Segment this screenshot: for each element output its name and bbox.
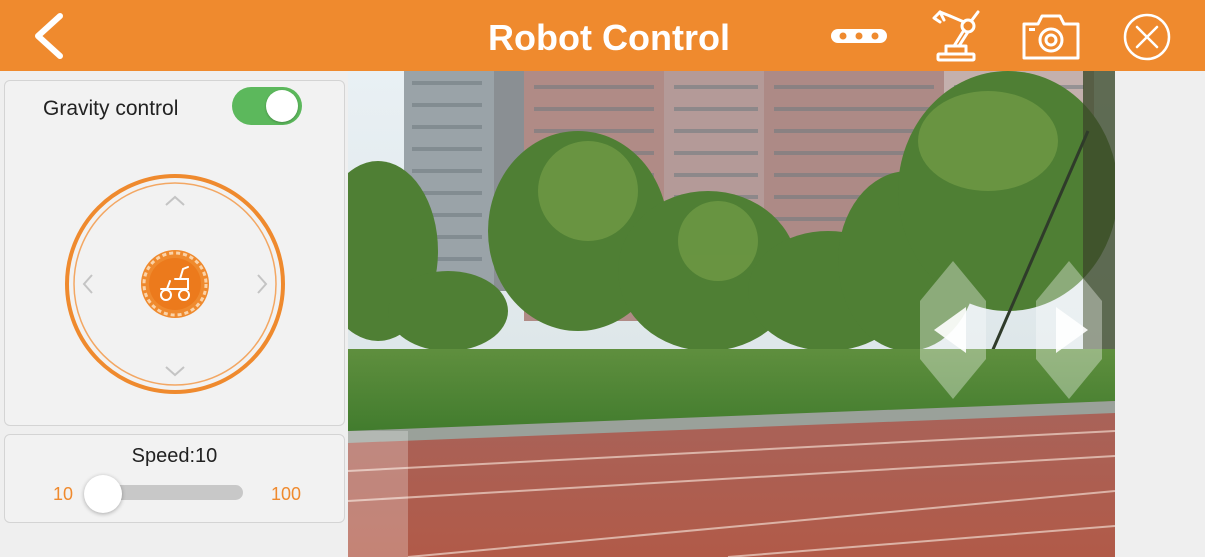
joystick-down-icon[interactable] bbox=[165, 366, 185, 377]
robot-arm-icon[interactable] bbox=[928, 8, 984, 64]
camera-feed-image bbox=[348, 71, 1115, 557]
speed-slider-track[interactable] bbox=[105, 485, 243, 500]
speed-slider-thumb[interactable] bbox=[84, 475, 122, 513]
direction-joystick[interactable] bbox=[62, 171, 288, 397]
gravity-control-panel: Gravity control bbox=[4, 80, 345, 426]
gravity-control-label: Gravity control bbox=[43, 97, 179, 120]
joystick-right-icon[interactable] bbox=[257, 274, 268, 294]
camera-feed bbox=[348, 71, 1115, 557]
gravity-toggle[interactable] bbox=[232, 87, 302, 125]
speed-min-label: 10 bbox=[53, 484, 74, 504]
joystick-left-icon[interactable] bbox=[82, 274, 93, 294]
rotate-left-arrow-icon[interactable] bbox=[920, 261, 986, 399]
rotate-right-arrow-icon[interactable] bbox=[1036, 261, 1102, 399]
more-dots-icon[interactable] bbox=[828, 8, 890, 64]
speed-max-label: 100 bbox=[271, 484, 302, 504]
camera-icon[interactable] bbox=[1020, 8, 1082, 64]
toggle-knob[interactable] bbox=[266, 90, 298, 122]
joystick-handle[interactable] bbox=[141, 250, 209, 318]
speed-label: Speed:10 bbox=[131, 445, 218, 467]
speed-panel: Speed:10 10 100 bbox=[4, 434, 345, 523]
joystick-up-icon[interactable] bbox=[165, 195, 185, 206]
top-bar: Robot Control bbox=[0, 0, 1205, 71]
close-icon[interactable] bbox=[1122, 12, 1172, 62]
